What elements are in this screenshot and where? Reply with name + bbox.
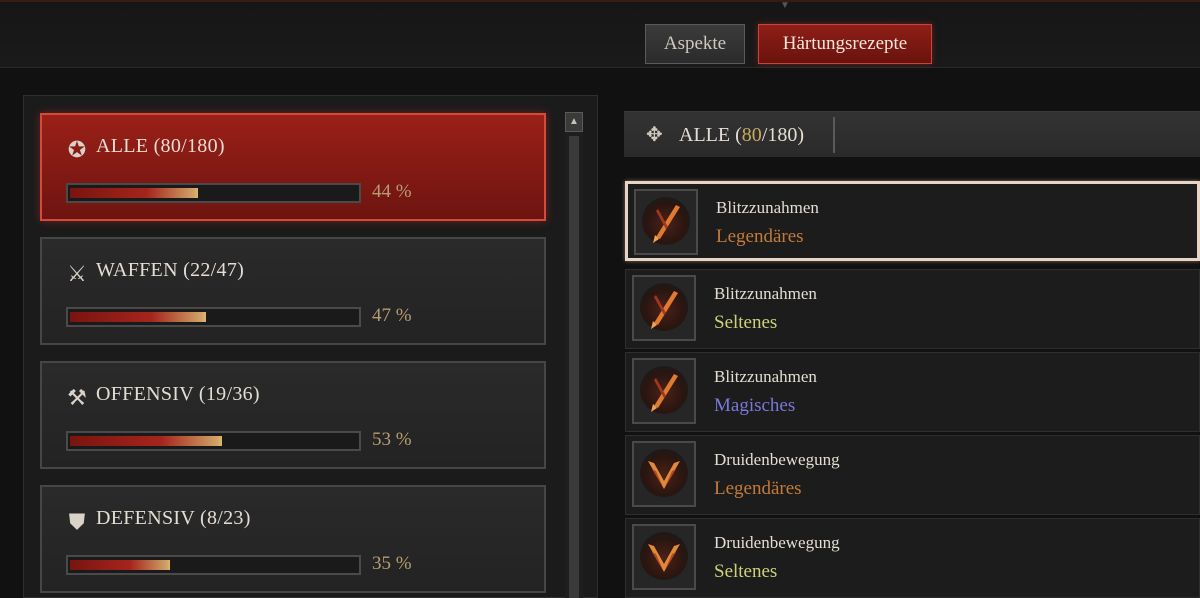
recipe-item[interactable]: Blitzzunahmen Magisches <box>625 352 1200 432</box>
recipe-rarity: Seltenes <box>714 561 778 582</box>
progress-percent: 44 % <box>372 181 412 202</box>
axe-icon: ⚒ <box>67 385 87 410</box>
shield-icon: ⛊ <box>68 509 86 534</box>
count-highlight: 80 <box>741 124 762 146</box>
progress-percent: 53 % <box>372 429 412 450</box>
progress-fill <box>70 560 170 570</box>
progress-bar <box>66 555 361 575</box>
recipe-name: Blitzzunahmen <box>714 284 817 303</box>
swords-icon: ⚔ <box>67 261 87 286</box>
progress-bar <box>66 183 361 203</box>
recipe-name: Druidenbewegung <box>714 450 840 469</box>
progress-fill <box>70 188 198 198</box>
recipe-rarity: Legendäres <box>716 226 804 247</box>
progress-bar <box>66 431 361 451</box>
lightning-sword-icon <box>632 275 696 341</box>
recipe-item[interactable]: Blitzzunahmen Seltenes <box>625 269 1200 349</box>
recipe-name: Blitzzunahmen <box>714 367 817 386</box>
category-offensiv[interactable]: ⚒ OFFENSIV (19/36) 53 % <box>40 361 546 469</box>
progress-fill <box>70 312 206 322</box>
progress-bar <box>66 307 361 327</box>
diamond-cluster-icon: ✥ <box>646 124 663 146</box>
recipe-list-header: ✥ ALLE (80/180) <box>624 111 1200 157</box>
recipe-item[interactable]: Druidenbewegung Seltenes <box>625 518 1200 598</box>
top-bar: ▼ <box>0 0 1200 68</box>
recipe-item[interactable]: Druidenbewegung Legendäres <box>625 435 1200 515</box>
category-alle[interactable]: ✪ ALLE (80/180) 44 % <box>40 113 546 221</box>
recipe-name: Druidenbewegung <box>714 533 840 552</box>
star-icon: ✪ <box>67 137 87 162</box>
recipe-count-label: ALLE (80/180) <box>679 124 804 147</box>
header-divider <box>833 117 835 153</box>
category-label: WAFFEN (22/47) <box>96 259 245 281</box>
tab-haertungsrezepte[interactable]: Härtungsrezepte <box>758 24 932 64</box>
scroll-up-button[interactable]: ▲ <box>565 112 583 132</box>
wings-icon <box>632 524 696 590</box>
lightning-sword-icon <box>632 358 696 424</box>
recipe-item[interactable]: Blitzzunahmen Legendäres <box>625 181 1200 261</box>
count-suffix: /180) <box>761 124 804 146</box>
category-defensiv[interactable]: ⛊ DEFENSIV (8/23) 35 % <box>40 485 546 593</box>
recipe-rarity: Seltenes <box>714 312 778 333</box>
tab-aspekte[interactable]: Aspekte <box>645 24 745 64</box>
progress-percent: 47 % <box>372 305 412 326</box>
top-notch-icon: ▼ <box>780 0 790 11</box>
category-label: ALLE (80/180) <box>96 135 225 157</box>
top-accent-line <box>0 0 1200 2</box>
lightning-sword-icon <box>634 189 698 255</box>
count-prefix: ALLE ( <box>679 124 742 146</box>
progress-fill <box>70 436 222 446</box>
recipe-rarity: Legendäres <box>714 478 802 499</box>
progress-percent: 35 % <box>372 553 412 574</box>
category-waffen[interactable]: ⚔ WAFFEN (22/47) 47 % <box>40 237 546 345</box>
wings-icon <box>632 441 696 507</box>
recipe-name: Blitzzunahmen <box>716 198 819 217</box>
recipe-rarity: Magisches <box>714 395 796 416</box>
category-label: DEFENSIV (8/23) <box>96 507 251 529</box>
scroll-thumb[interactable] <box>569 136 579 598</box>
category-label: OFFENSIV (19/36) <box>96 383 260 405</box>
